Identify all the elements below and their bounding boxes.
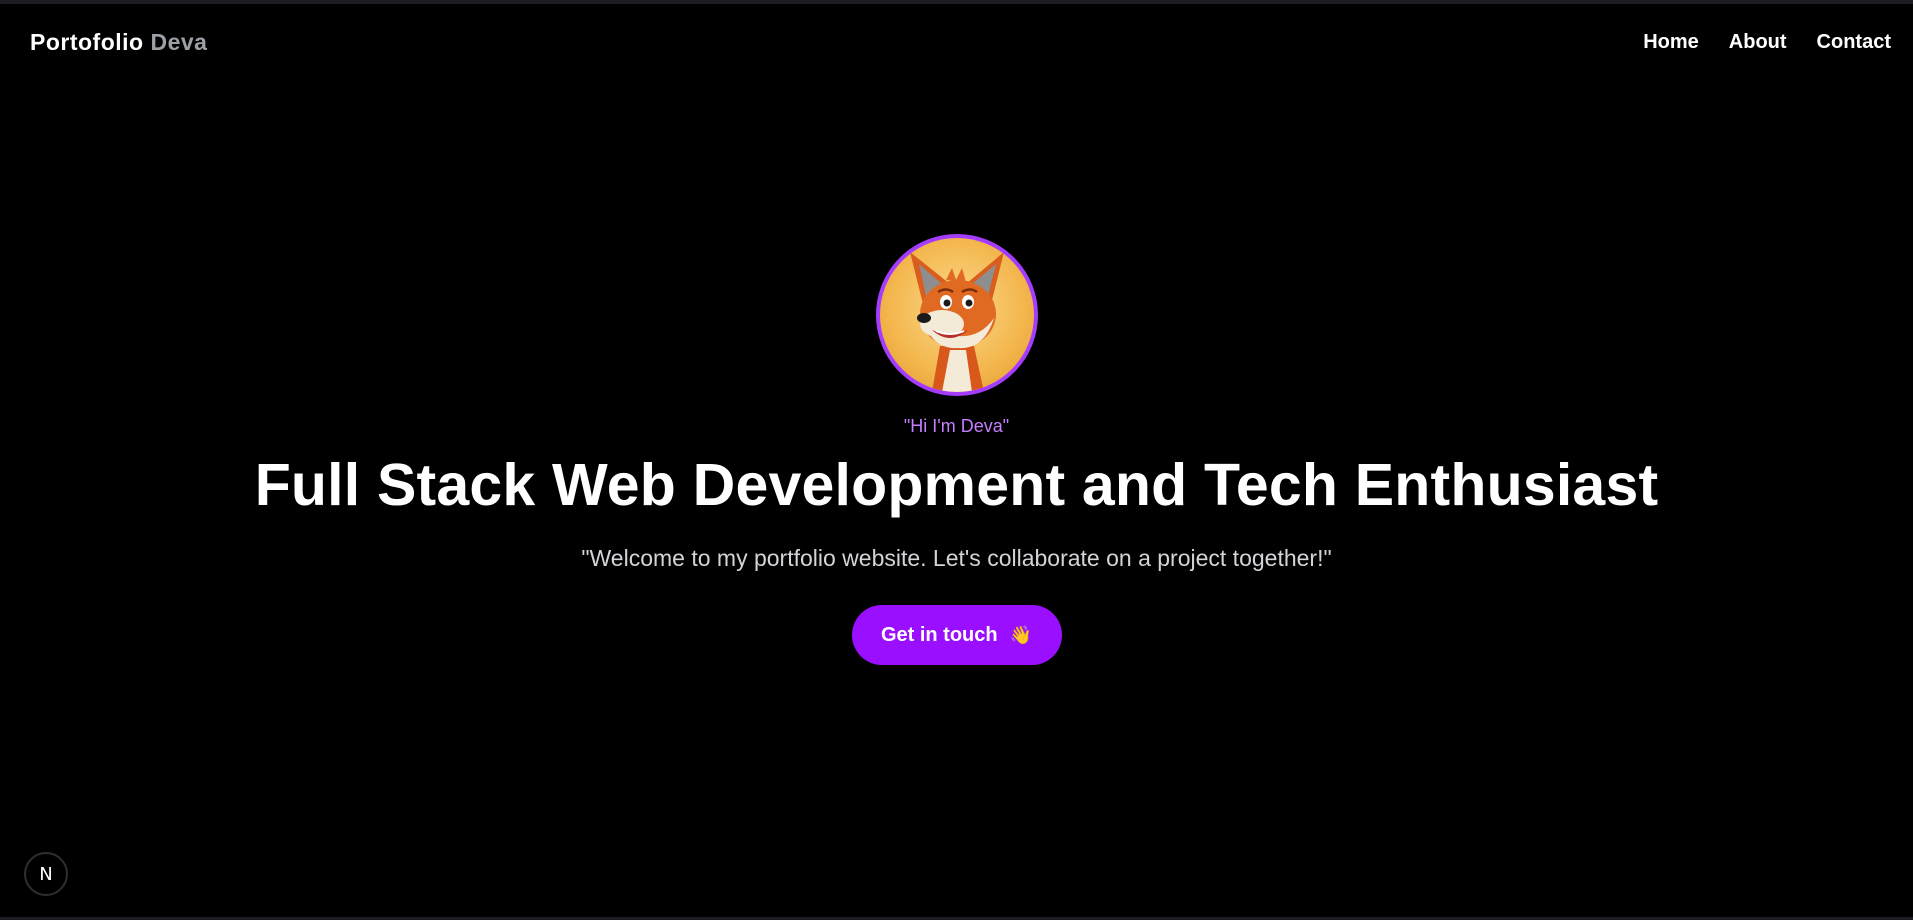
page-title: Full Stack Web Development and Tech Enth… (254, 452, 1659, 518)
brand-secondary: Deva (150, 28, 208, 55)
brand-primary: Portofolio (30, 28, 144, 55)
nav-contact[interactable]: Contact (1817, 31, 1891, 54)
top-navbar: Portofolio Deva Home About Contact (0, 4, 1913, 80)
brand-logo[interactable]: Portofolio Deva (30, 29, 207, 56)
fox-avatar-icon (875, 234, 1038, 396)
nextjs-icon[interactable]: N (24, 852, 68, 896)
get-in-touch-button[interactable]: Get in touch 👋 (851, 605, 1062, 665)
cta-label: Get in touch (880, 623, 998, 646)
main-nav: Home About Contact (1643, 31, 1891, 54)
hero-section: "Hi I'm Deva" Full Stack Web Development… (0, 234, 1913, 665)
greeting-text: "Hi I'm Deva" (903, 416, 1010, 436)
waving-hand-icon: 👋 (1009, 624, 1033, 645)
nextjs-badge-label: N (39, 863, 53, 885)
hero-tagline: "Welcome to my portfolio website. Let's … (581, 545, 1332, 571)
nav-about[interactable]: About (1729, 31, 1787, 54)
nav-home[interactable]: Home (1643, 31, 1699, 54)
